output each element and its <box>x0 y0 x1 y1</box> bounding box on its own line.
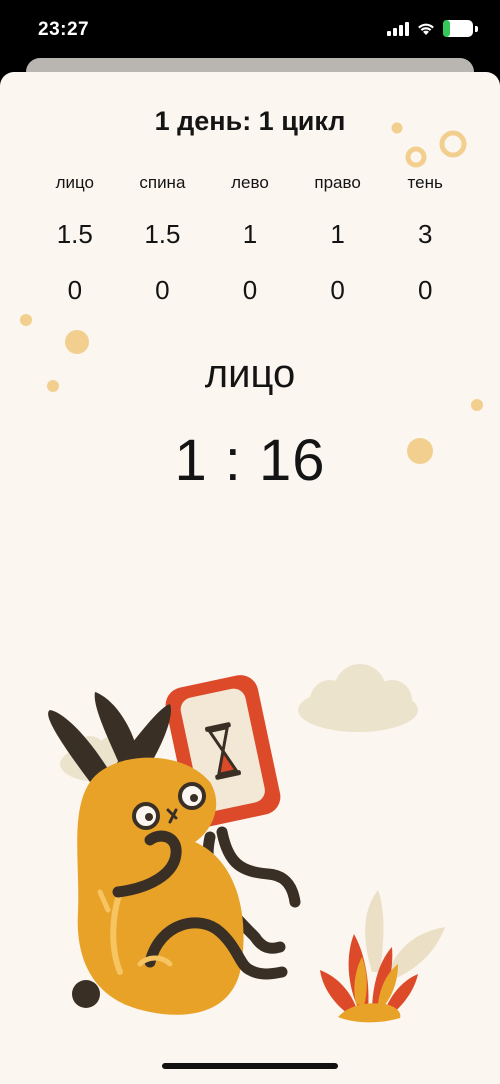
zone-label-left: лево <box>231 173 269 192</box>
battery-cap <box>475 25 478 32</box>
cloud-right <box>298 664 418 732</box>
zone-duration-back: 1.5 <box>144 219 181 249</box>
home-indicator[interactable] <box>162 1063 338 1069</box>
cellular-signal-icon <box>387 21 409 36</box>
plant <box>320 890 445 1023</box>
timer-sheet: 1 день: 1 цикл лицо спина лево право тен… <box>0 72 500 1084</box>
zone-label-face: лицо <box>55 173 94 192</box>
zone-progress-right: 0 <box>330 275 345 305</box>
zone-duration-shade: 3 <box>417 219 433 249</box>
status-time: 23:27 <box>38 19 90 40</box>
decor-ring <box>405 146 427 168</box>
zones-progress-row: 0 0 0 0 0 <box>31 270 469 310</box>
wifi-icon <box>418 23 434 35</box>
zone-label-shade: тень <box>407 173 443 192</box>
battery-percent: 22 <box>451 21 465 36</box>
zones-table: лицо спина лево право тень 1.5 1.5 1 1 3… <box>31 170 469 310</box>
session-title: 1 день: 1 цикл <box>154 106 346 136</box>
zone-progress-shade: 0 <box>417 275 433 305</box>
zones-duration-row: 1.5 1.5 1 1 3 <box>31 214 469 254</box>
zone-progress-back: 0 <box>155 275 170 305</box>
battery-charging-icon: 22 <box>443 20 473 37</box>
decor-dot <box>20 314 32 326</box>
countdown-timer: 1 : 16 <box>174 428 326 493</box>
zone-label-back: спина <box>139 173 186 192</box>
bunny-illustration <box>48 664 445 1023</box>
zone-duration-left: 1 <box>242 219 258 249</box>
zone-progress-face: 0 <box>67 275 83 305</box>
zones-header-row: лицо спина лево право тень <box>31 170 469 196</box>
zone-label-right: право <box>314 173 361 192</box>
zone-progress-left: 0 <box>242 275 258 305</box>
zone-duration-right: 1 <box>330 219 345 249</box>
bunny-tail <box>72 980 100 1008</box>
status-bar: 23:27 22 <box>0 0 500 58</box>
decor-dot <box>65 330 89 354</box>
status-icons: 22 <box>387 20 478 37</box>
current-zone-label: лицо <box>204 352 296 396</box>
zone-duration-face: 1.5 <box>56 219 93 249</box>
decor-dot <box>471 399 483 411</box>
